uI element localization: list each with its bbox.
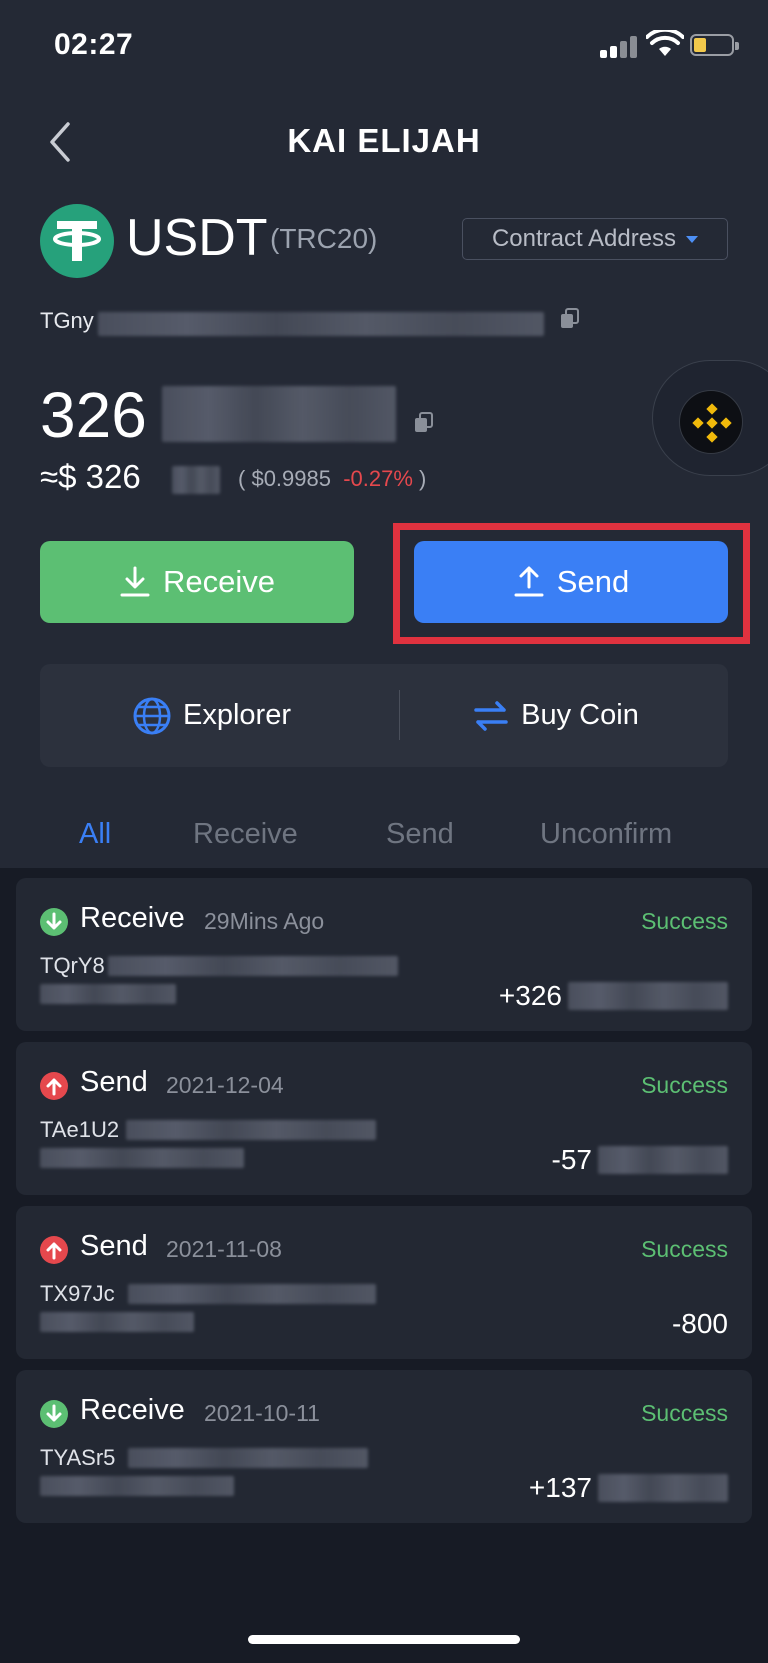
contract-address-label: Contract Address <box>491 225 677 252</box>
transaction-amount: -57 <box>551 1144 592 1175</box>
transaction-amount: +326 <box>498 980 562 1011</box>
wallet-address: TGny <box>40 308 94 334</box>
transaction-row[interactable]: Receive 2021-10-11 Success TYASr5 +137 <box>16 1370 752 1523</box>
transaction-address: TAe1U2 <box>40 1117 120 1142</box>
send-arrow-icon <box>40 1236 68 1264</box>
transaction-date: 29Mins Ago <box>204 908 325 934</box>
transaction-date: 2021-11-08 <box>166 1236 282 1262</box>
transaction-address: TQrY8 <box>40 953 105 978</box>
transaction-address: TX97Jc <box>40 1281 115 1306</box>
swap-arrows-icon <box>474 700 508 731</box>
copy-address-icon[interactable] <box>560 308 580 330</box>
battery-icon <box>690 34 739 56</box>
send-highlight-box <box>393 523 750 644</box>
transaction-amount: +137 <box>528 1472 592 1503</box>
transaction-type: Receive <box>80 1394 185 1426</box>
receive-arrow-icon <box>40 1400 68 1428</box>
wallet-address-prefix: TGny <box>40 308 94 333</box>
transaction-type: Send <box>80 1066 148 1098</box>
transaction-type: Receive <box>80 902 185 934</box>
transaction-status: Success <box>641 1400 728 1426</box>
token-price: ( $0.9985 -0.27% ) <box>238 466 427 491</box>
amount-redacted <box>598 1146 728 1174</box>
page-title: KAI ELIJAH <box>287 122 481 159</box>
address-redacted <box>40 1148 244 1168</box>
home-indicator[interactable] <box>248 1635 520 1644</box>
transaction-row[interactable]: Send 2021-12-04 Success TAe1U2 -57 <box>16 1042 752 1195</box>
tab-send[interactable]: Send <box>386 818 454 851</box>
quick-links-panel: Explorer Buy Coin <box>40 664 728 767</box>
explorer-label: Explorer <box>183 699 291 731</box>
globe-icon <box>133 697 171 734</box>
transaction-row[interactable]: Send 2021-11-08 Success TX97Jc -800 <box>16 1206 752 1359</box>
wifi-icon <box>646 30 684 56</box>
buy-coin-link[interactable]: Buy Coin <box>384 664 728 767</box>
address-redacted <box>128 1284 376 1304</box>
transaction-date: 2021-12-04 <box>166 1072 284 1098</box>
buy-coin-label: Buy Coin <box>521 699 639 731</box>
amount-redacted <box>568 982 728 1010</box>
transaction-amount: -800 <box>671 1308 728 1339</box>
explorer-link[interactable]: Explorer <box>40 664 384 767</box>
caret-down-icon <box>686 235 699 243</box>
address-redacted <box>108 956 398 976</box>
address-redacted <box>40 984 176 1004</box>
address-redacted <box>126 1120 376 1140</box>
send-arrow-icon <box>40 1072 68 1100</box>
token-network: (TRC20) <box>270 223 378 254</box>
tab-unconfirm[interactable]: Unconfirm <box>540 818 672 851</box>
contract-address-dropdown[interactable]: Contract Address <box>462 218 728 260</box>
transaction-tabs: All Receive Send Unconfirm <box>0 818 768 858</box>
fiat-balance: ≈$ 326 <box>40 458 141 495</box>
address-redacted <box>40 1312 194 1332</box>
price-change: -0.27% <box>343 466 413 491</box>
tether-logo-icon <box>40 204 114 278</box>
receive-arrow-icon <box>40 908 68 936</box>
tab-all[interactable]: All <box>79 818 111 851</box>
amount-redacted <box>598 1474 728 1502</box>
status-time: 02:27 <box>54 28 134 61</box>
transaction-type: Send <box>80 1230 148 1262</box>
address-redacted <box>128 1448 368 1468</box>
fiat-redacted <box>172 466 220 494</box>
transaction-date: 2021-10-11 <box>204 1400 320 1426</box>
transaction-status: Success <box>641 1236 728 1262</box>
transaction-status: Success <box>641 908 728 934</box>
transaction-row[interactable]: Receive 29Mins Ago Success TQrY8 +326 <box>16 878 752 1031</box>
receive-button[interactable]: Receive <box>40 541 354 623</box>
transaction-address: TYASr5 <box>40 1445 116 1470</box>
receive-button-label: Receive <box>163 564 275 599</box>
transaction-status: Success <box>641 1072 728 1098</box>
token-symbol: USDT <box>126 209 268 267</box>
token-price-value: $0.9985 <box>251 466 331 491</box>
cellular-signal-icon <box>600 34 640 58</box>
token-balance: 326 <box>40 379 147 451</box>
bnb-chain-icon[interactable] <box>679 390 743 454</box>
tab-receive[interactable]: Receive <box>193 818 298 851</box>
links-divider <box>399 690 400 740</box>
balance-redacted <box>162 386 396 442</box>
copy-balance-icon[interactable] <box>414 412 434 434</box>
download-icon <box>120 566 150 597</box>
address-redacted <box>40 1476 234 1496</box>
address-redacted <box>98 312 544 336</box>
